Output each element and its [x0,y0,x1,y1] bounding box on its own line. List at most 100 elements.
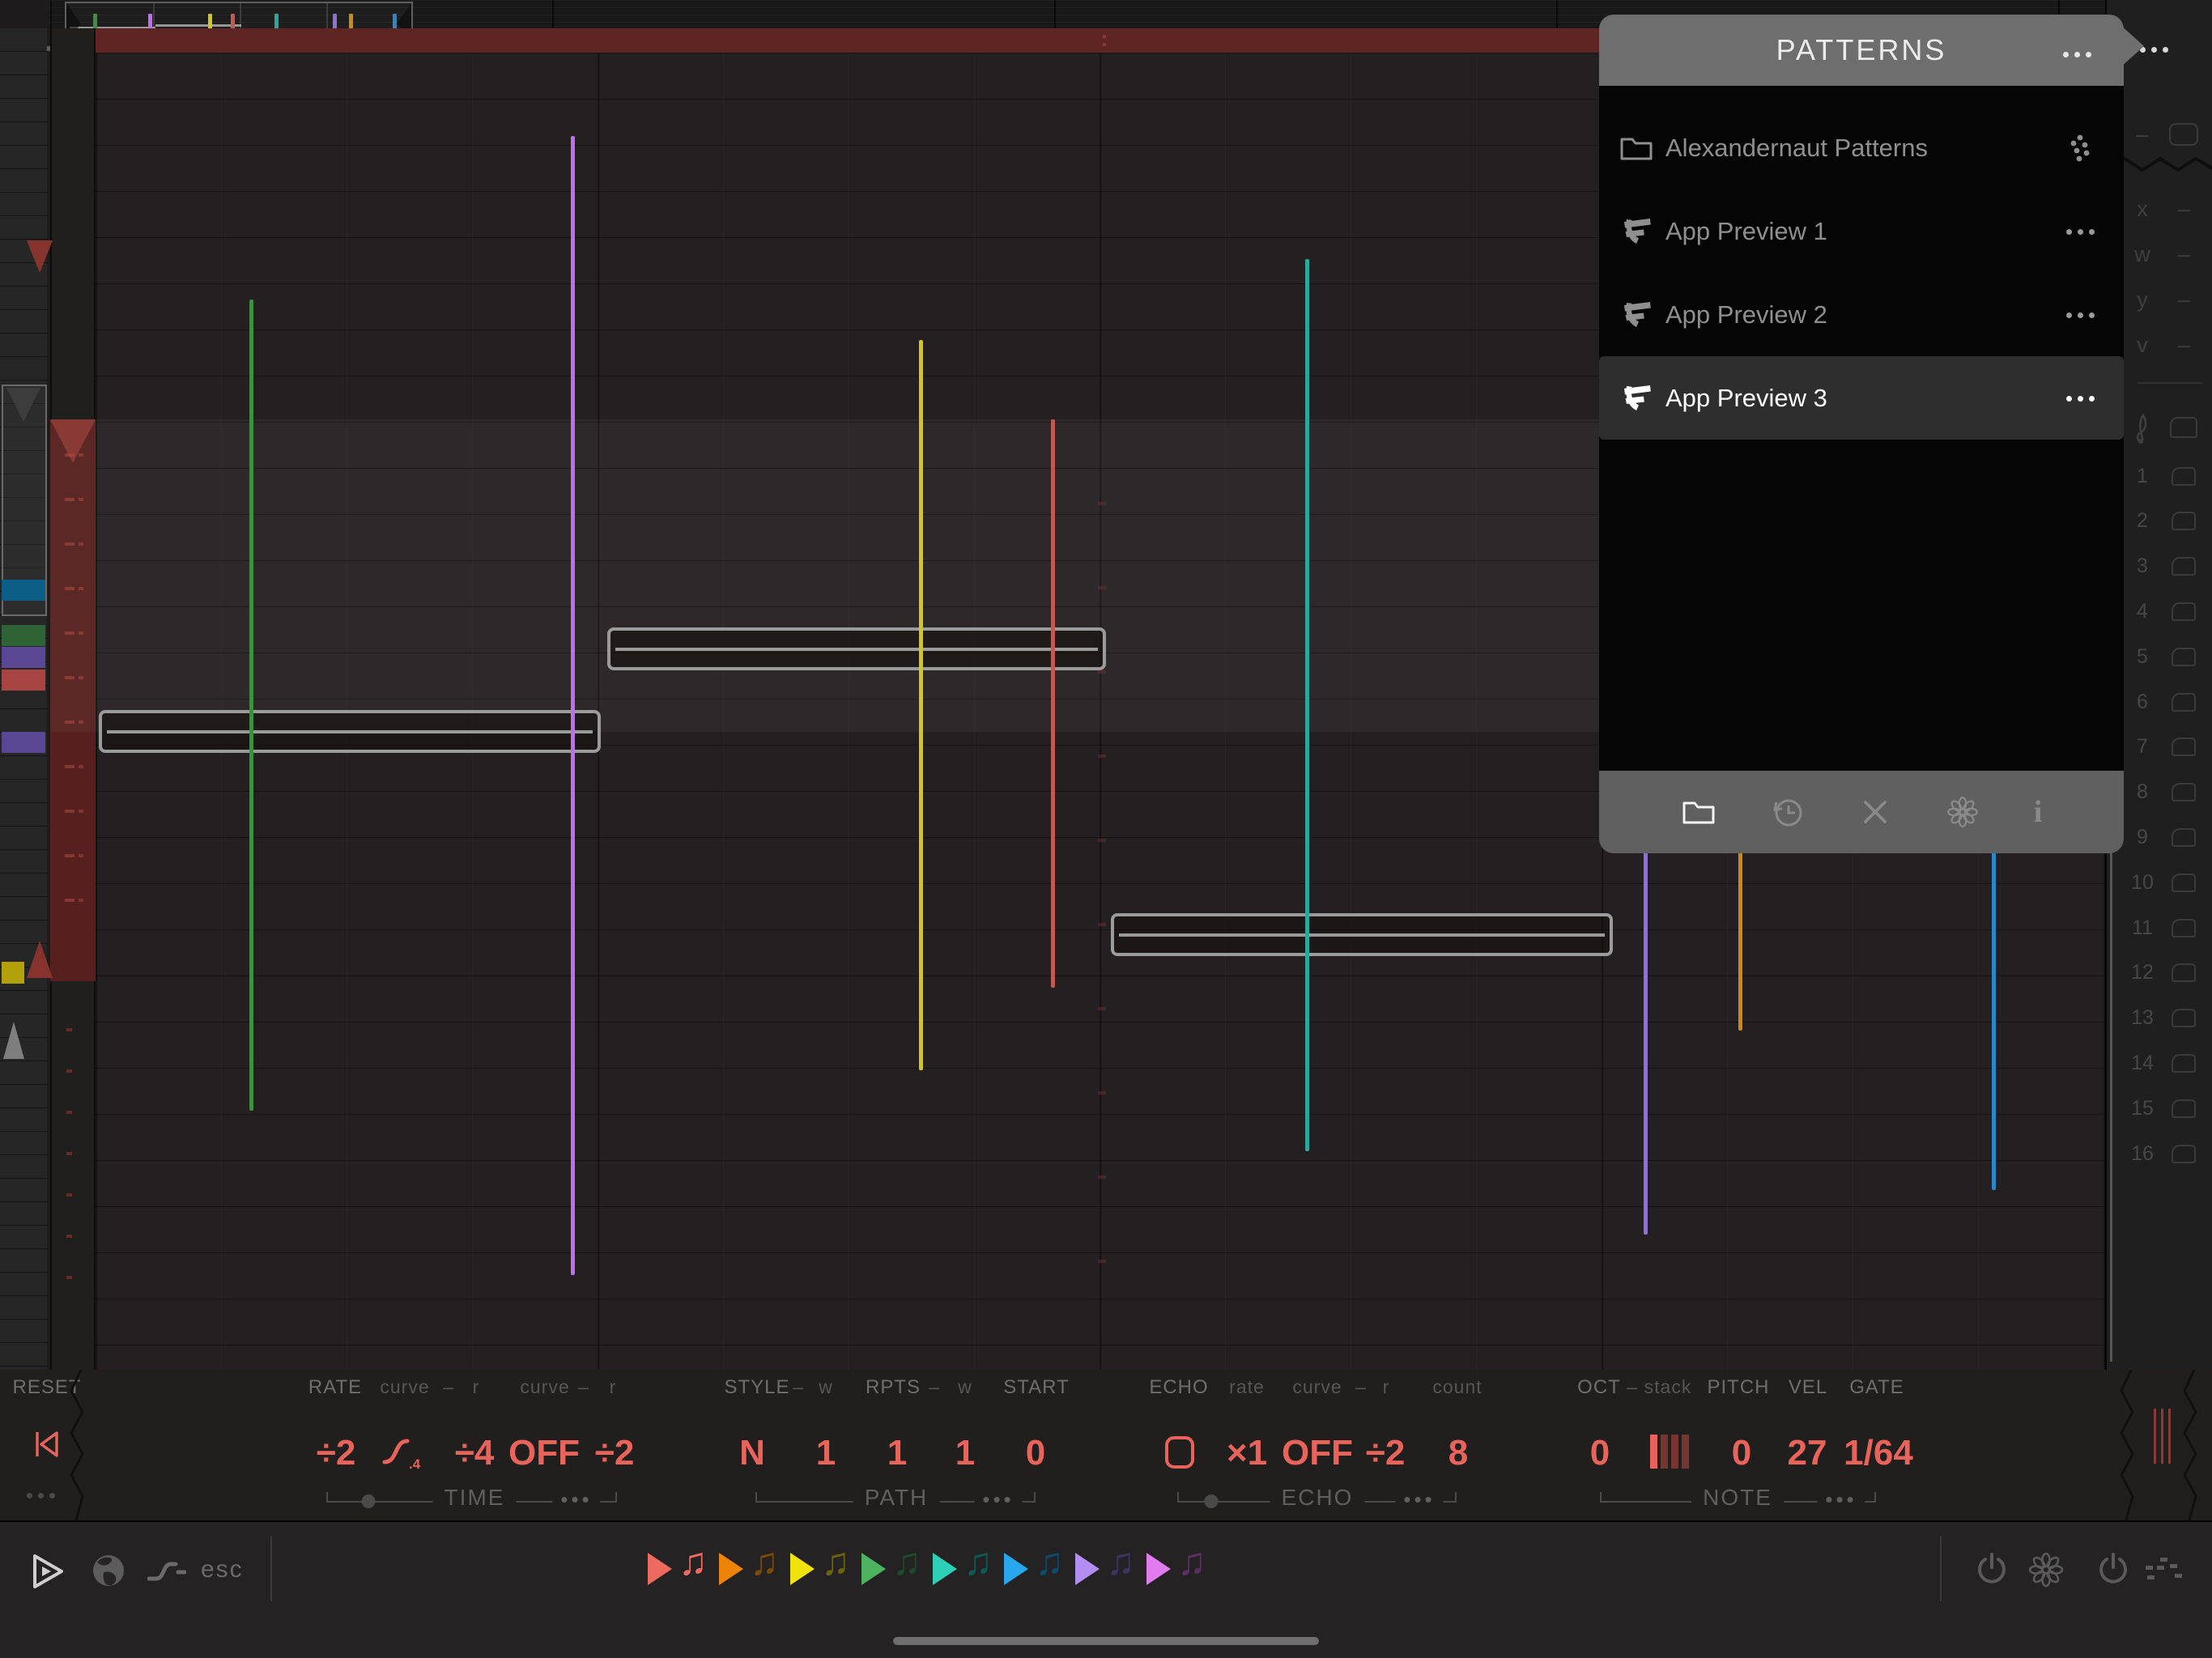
voice-8-note-icon[interactable]: ♫ [1177,1543,1206,1582]
path-value[interactable]: 1 [887,1433,907,1473]
play-outline-icon[interactable] [31,1553,66,1590]
playhead-green[interactable] [249,300,253,1111]
sidebar-pattern-row-16[interactable]: 16 [2121,1137,2212,1170]
time-more-ellipsis-icon[interactable]: ••• [552,1487,601,1512]
voice-6-play-button[interactable] [1004,1553,1028,1585]
echo-value-checkbox-icon[interactable] [1163,1433,1196,1470]
sidebar-pattern-row-10[interactable]: 10 [2121,866,2212,899]
drag-handle-line[interactable] [2168,1409,2171,1464]
note-value[interactable]: 0 [1732,1433,1751,1473]
sidebar-param-v[interactable]: v – [2121,329,2212,361]
sidebar-pattern-row-9[interactable]: 9 [2121,821,2212,853]
echo-value[interactable]: ÷2 [1366,1433,1406,1473]
home-indicator[interactable] [893,1637,1319,1645]
voice-4-play-button[interactable] [861,1553,886,1585]
pattern-item-ellipsis-icon[interactable] [2061,391,2095,406]
sidebar-pattern-row-11[interactable]: 11 [2121,912,2212,944]
info-icon[interactable]: i [2034,796,2043,828]
drag-handle-line[interactable] [2154,1409,2156,1464]
settings-icon[interactable] [1945,794,1980,830]
voice-4-note-icon[interactable]: ♫ [892,1543,921,1582]
voice-1-note-icon[interactable]: ♫ [678,1543,708,1582]
patterns-menu-ellipsis-icon[interactable] [2057,47,2091,62]
sidebar-pattern-row-6[interactable]: 6 [2121,686,2212,718]
sidebar-pattern-row-8[interactable]: 8 [2121,776,2212,809]
voice-1-play-button[interactable] [648,1553,672,1585]
reset-ellipsis-icon[interactable] [21,1488,55,1503]
sidebar-pattern-row-4[interactable]: 4 [2121,595,2212,627]
playhead-magenta[interactable] [571,136,575,1275]
pattern-item[interactable]: App Preview 2 [1599,273,2124,356]
pattern-item-ellipsis-icon[interactable] [2061,224,2095,239]
curve-slope-icon[interactable] [147,1559,186,1584]
voice-2-play-button[interactable] [719,1553,743,1585]
scatter-icon[interactable] [2144,1554,2184,1587]
piano-purple-row[interactable] [2,647,45,668]
time-value[interactable]: ÷2 [317,1433,356,1473]
note-bar[interactable] [607,627,1106,670]
time-knob[interactable] [361,1494,376,1508]
pattern-item[interactable]: App Preview 3 [1599,356,2124,440]
echo-knob[interactable] [1204,1494,1219,1508]
voice-3-note-icon[interactable]: ♫ [821,1543,850,1582]
playhead-red[interactable] [1051,419,1055,988]
echo-value[interactable]: ×1 [1227,1433,1267,1473]
voice-2-note-icon[interactable]: ♫ [750,1543,779,1582]
echo-more-ellipsis-icon[interactable]: ••• [1395,1487,1444,1512]
voice-8-play-button[interactable] [1146,1553,1171,1585]
pattern-item-ellipsis-icon[interactable] [2061,308,2095,322]
sidebar-pattern-row-12[interactable]: 12 [2121,957,2212,989]
time-value[interactable]: OFF [508,1433,580,1473]
note-value[interactable]: 27 [1788,1433,1827,1473]
sidebar-pattern-row-7[interactable]: 7 [2121,731,2212,763]
close-icon[interactable] [1859,796,1891,828]
sidebar-pattern-row-2[interactable]: 2 [2121,505,2212,538]
pattern-item[interactable]: App Preview 1 [1599,189,2124,273]
echo-value[interactable]: 8 [1448,1433,1468,1473]
power-icon[interactable] [1974,1551,2010,1588]
yellow-key-marker[interactable] [2,962,24,984]
playhead-teal[interactable] [1305,259,1309,1151]
path-value[interactable]: 0 [1026,1433,1045,1473]
echo-value[interactable]: OFF [1282,1433,1353,1473]
sidebar-param-y[interactable]: y – [2121,283,2212,316]
voice-7-play-button[interactable] [1075,1553,1100,1585]
time-value[interactable]: ÷2 [595,1433,635,1473]
pattern-item[interactable]: Alexandernaut Patterns [1599,106,2124,189]
sidebar-param-x[interactable]: x – [2121,193,2212,225]
flower-icon[interactable] [2027,1551,2065,1588]
voice-5-note-icon[interactable]: ♫ [963,1543,993,1582]
sidebar-pattern-row-13[interactable]: 13 [2121,1002,2212,1035]
voice-3-play-button[interactable] [790,1553,815,1585]
playhead-yellow[interactable] [919,340,923,1070]
sidebar-pattern-row-15[interactable]: 15 [2121,1092,2212,1124]
path-value[interactable]: N [739,1433,765,1473]
voice-7-note-icon[interactable]: ♫ [1106,1543,1135,1582]
note-value[interactable]: 0 [1590,1433,1610,1473]
voice-6-note-icon[interactable]: ♫ [1035,1543,1064,1582]
path-value[interactable]: 1 [816,1433,836,1473]
path-more-ellipsis-icon[interactable]: ••• [974,1487,1023,1512]
history-icon[interactable] [1770,794,1806,830]
note-bar[interactable] [1111,913,1613,956]
folder-icon[interactable] [1681,798,1716,826]
reset-button[interactable] [31,1428,63,1460]
drag-handle-line[interactable] [2161,1409,2163,1464]
sidebar-top-row[interactable]: – [2121,118,2212,151]
note-value[interactable]: 1/64 [1844,1433,1913,1473]
sidebar-pattern-row-3[interactable]: 3 [2121,551,2212,583]
time-value-curve-value-icon[interactable]: .4 [380,1433,425,1470]
range-top-triangle-icon[interactable] [27,240,53,273]
piano-blue-row[interactable] [2,580,45,601]
sidebar-pattern-row-5[interactable]: 5 [2121,640,2212,673]
pattern-item-scatter-dots-icon[interactable] [2070,134,2095,162]
piano-green-row[interactable] [2,625,45,646]
sidebar-pattern-row-1[interactable]: 1 [2121,460,2212,492]
piano-red-row[interactable] [2,670,45,691]
power-icon[interactable] [2095,1551,2131,1588]
gray-up-triangle-icon[interactable] [3,1022,24,1059]
piano-purple-row-2[interactable] [2,732,45,753]
note-bar[interactable] [99,710,601,753]
sidebar-clef-row[interactable] [2121,411,2212,444]
globe-icon[interactable] [91,1553,126,1588]
